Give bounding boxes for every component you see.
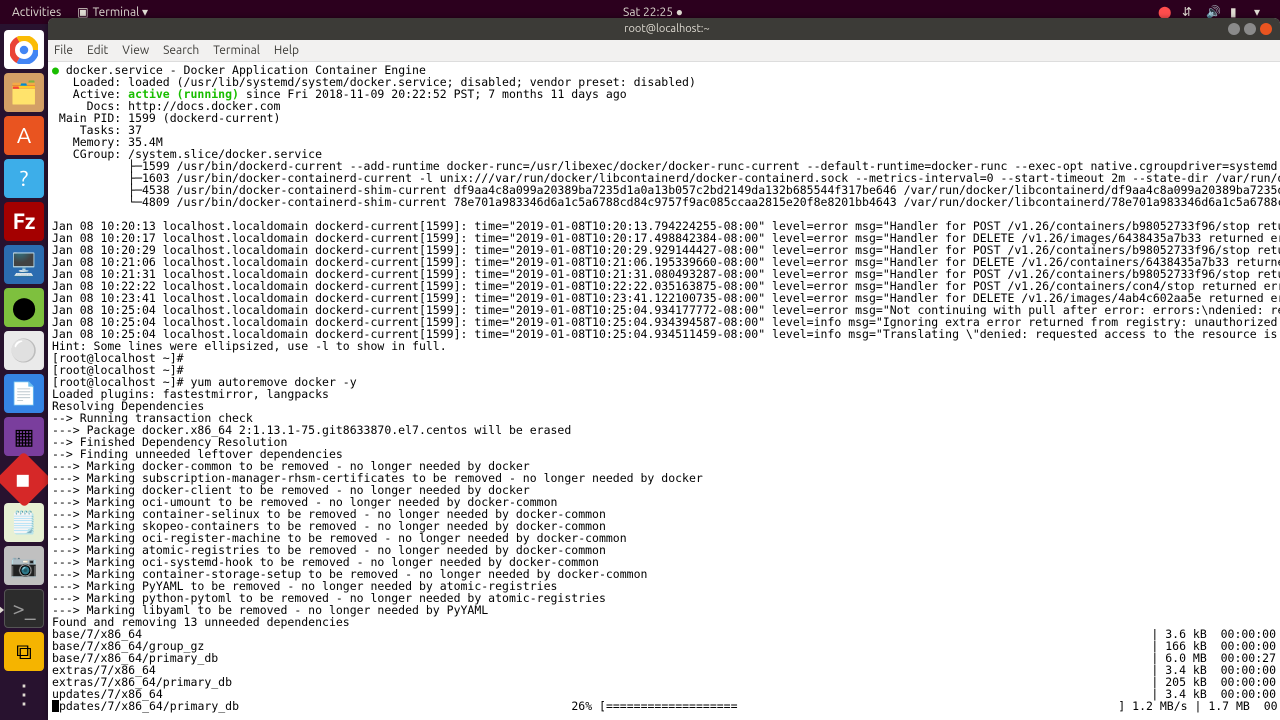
activities-button[interactable]: Activities	[12, 6, 61, 19]
menu-view[interactable]: View	[122, 44, 149, 57]
show-apps-icon[interactable]: ⋮⋮⋮	[4, 675, 44, 714]
download-row: extras/7/x86_64| 3.4 kB 00:00:00	[52, 664, 1276, 676]
term-line: since Fri 2018-11-09 20:22:52 PST; 7 mon…	[239, 87, 627, 101]
text-editor-icon[interactable]: 📄	[4, 374, 44, 413]
menu-terminal[interactable]: Terminal	[213, 44, 260, 57]
green-app-icon[interactable]: ⬤	[4, 288, 44, 327]
term-line: └─4809 /usr/bin/docker-containerd-shim-c…	[52, 195, 1280, 209]
virtualbox-icon[interactable]: ⧉	[4, 632, 44, 671]
power-icon[interactable]: ▾	[1254, 5, 1268, 19]
menu-help[interactable]: Help	[274, 44, 299, 57]
purple-app-icon[interactable]: ▦	[4, 417, 44, 456]
download-row: extras/7/x86_64/primary_db| 205 kB 00:00…	[52, 676, 1276, 688]
clock[interactable]: Sat 22:25 ●	[623, 5, 683, 19]
anydesk-icon[interactable]: ◆	[0, 452, 52, 508]
volume-icon[interactable]: 🔊	[1206, 5, 1220, 19]
terminal-icon: ▣	[77, 5, 88, 19]
terminal-app-icon[interactable]: >_	[4, 589, 44, 628]
media-player-icon[interactable]: ⚪	[4, 331, 44, 370]
remote-desktop-icon[interactable]: 🖥️	[4, 245, 44, 284]
download-progress-line: pdates/7/x86_64/primary_db 26% [========…	[59, 699, 1280, 713]
menu-edit[interactable]: Edit	[87, 44, 108, 57]
camera-icon[interactable]: 📷	[4, 546, 44, 585]
leaf-app-icon[interactable]: 🗒️	[4, 503, 44, 542]
window-titlebar[interactable]: root@localhost:~	[48, 18, 1280, 40]
system-tray[interactable]: ⬤ ⇵ 🔊 ▮ ▾	[1158, 5, 1268, 19]
software-center-icon[interactable]: A	[4, 116, 44, 155]
maximize-button[interactable]	[1244, 23, 1256, 35]
minimize-button[interactable]	[1228, 23, 1240, 35]
app-menu[interactable]: ▣ Terminal ▾	[77, 5, 148, 19]
app-menu-label: Terminal ▾	[93, 5, 148, 19]
terminal-window: root@localhost:~ File Edit View Search T…	[48, 18, 1280, 720]
menu-file[interactable]: File	[54, 44, 73, 57]
download-row: base/7/x86_64| 3.6 kB 00:00:00	[52, 628, 1276, 640]
battery-icon[interactable]: ▮	[1230, 5, 1244, 19]
filezilla-icon[interactable]: Fz	[4, 202, 44, 241]
files-icon[interactable]: 🗂️	[4, 73, 44, 112]
window-title: root@localhost:~	[106, 23, 1228, 35]
download-row: base/7/x86_64/primary_db| 6.0 MB 00:00:2…	[52, 652, 1276, 664]
close-button[interactable]	[1260, 23, 1272, 35]
launcher-dock: 🗂️ A ? Fz 🖥️ ⬤ ⚪ 📄 ▦ ◆ 🗒️ 📷 >_ ⧉ ⋮⋮⋮	[0, 24, 48, 720]
text-cursor	[52, 700, 59, 712]
screencast-icon[interactable]: ⬤	[1158, 5, 1172, 19]
network-icon[interactable]: ⇵	[1182, 5, 1196, 19]
terminal-menubar: File Edit View Search Terminal Help	[48, 40, 1280, 62]
menu-search[interactable]: Search	[163, 44, 199, 57]
download-row: base/7/x86_64/group_gz| 166 kB 00:00:00	[52, 640, 1276, 652]
terminal-viewport[interactable]: ● docker.service - Docker Application Co…	[48, 62, 1280, 720]
help-icon[interactable]: ?	[4, 159, 44, 198]
chrome-icon[interactable]	[4, 30, 44, 69]
